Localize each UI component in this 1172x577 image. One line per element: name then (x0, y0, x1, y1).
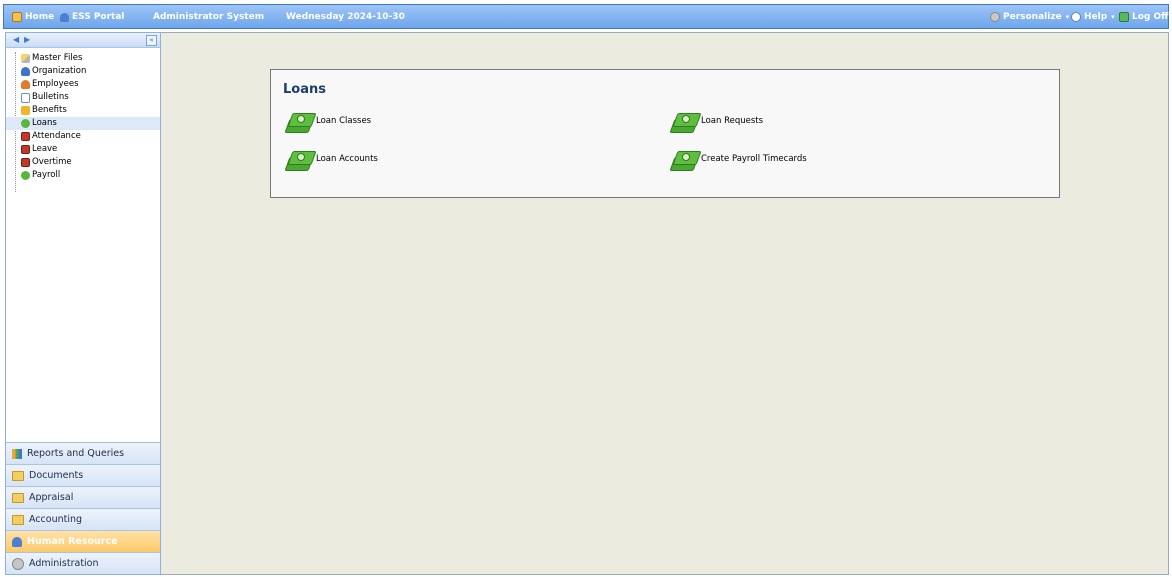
accordion-reports-and-queries[interactable]: Reports and Queries (6, 442, 160, 464)
system-label: Administrator System (153, 12, 265, 22)
help-menu[interactable]: Help ▾ (1071, 12, 1115, 22)
personalize-label: Personalize (1003, 12, 1062, 22)
ess-portal-label: ESS Portal (72, 12, 125, 22)
money-icon (669, 148, 702, 171)
main-content: Loans Loan Classes Loan Requests Loan Ac… (161, 32, 1169, 575)
folder-icon (12, 492, 24, 503)
tree-item-master-files[interactable]: Master Files (6, 52, 160, 65)
gift-icon (21, 106, 30, 115)
collapse-button[interactable]: « (146, 35, 157, 46)
person-icon (21, 80, 30, 89)
calendar-icon (21, 132, 30, 141)
back-arrow-icon[interactable]: ◀ (13, 35, 19, 44)
person-icon (21, 67, 30, 76)
chart-icon (12, 448, 22, 459)
money-icon (284, 110, 317, 133)
forward-arrow-icon[interactable]: ▶ (24, 35, 30, 44)
money-icon (21, 119, 30, 128)
ess-portal-link[interactable]: ESS Portal (60, 12, 125, 22)
home-link[interactable]: Home (12, 12, 54, 22)
help-label: Help (1084, 12, 1108, 22)
tree-item-employees[interactable]: Employees (6, 78, 160, 91)
document-icon (21, 93, 30, 103)
tree-item-bulletins[interactable]: Bulletins (6, 91, 160, 104)
gear-icon (12, 557, 24, 570)
logoff-icon (1119, 12, 1129, 22)
nav-strip: ◀ ▶ « (6, 33, 160, 48)
loan-requests-link[interactable]: Loan Requests (669, 110, 763, 133)
loans-panel: Loans Loan Classes Loan Requests Loan Ac… (270, 69, 1060, 198)
tree-item-overtime[interactable]: Overtime (6, 156, 160, 169)
money-icon (669, 110, 702, 133)
accordion-accounting[interactable]: Accounting (6, 508, 160, 530)
tree-item-organization[interactable]: Organization (6, 65, 160, 78)
folder-icon (12, 470, 24, 481)
pencil-icon (21, 54, 30, 63)
help-icon (1071, 12, 1081, 22)
chevron-down-icon: ▾ (1065, 13, 1070, 21)
calendar-icon (21, 145, 30, 154)
logoff-link[interactable]: Log Off (1119, 12, 1168, 22)
top-bar: Home ESS Portal Administrator System Wed… (3, 4, 1169, 29)
calendar-icon (21, 158, 30, 167)
personalize-menu[interactable]: Personalize ▾ (990, 12, 1069, 22)
accordion-human-resource[interactable]: Human Resource (6, 530, 160, 552)
left-navigation-pane: ◀ ▶ « Master Files Organization Employee… (5, 32, 161, 575)
home-label: Home (25, 12, 55, 22)
tree-item-payroll[interactable]: Payroll (6, 169, 160, 182)
module-tree: Master Files Organization Employees Bull… (6, 52, 160, 182)
page-title: Loans (283, 82, 326, 97)
loan-classes-link[interactable]: Loan Classes (284, 110, 371, 133)
accordion-administration[interactable]: Administration (6, 552, 160, 574)
chevron-down-icon: ▾ (1111, 13, 1115, 21)
accordion-appraisal[interactable]: Appraisal (6, 486, 160, 508)
gear-icon (990, 12, 1000, 22)
tree-item-benefits[interactable]: Benefits (6, 104, 160, 117)
module-accordion: Reports and Queries Documents Appraisal … (6, 442, 160, 574)
tree-item-attendance[interactable]: Attendance (6, 130, 160, 143)
people-icon (60, 12, 69, 22)
people-icon (12, 536, 22, 547)
money-icon (284, 148, 317, 171)
create-payroll-timecards-link[interactable]: Create Payroll Timecards (669, 148, 807, 171)
tree-item-leave[interactable]: Leave (6, 143, 160, 156)
loan-accounts-link[interactable]: Loan Accounts (284, 148, 378, 171)
accordion-documents[interactable]: Documents (6, 464, 160, 486)
tree-item-loans[interactable]: Loans (6, 117, 160, 130)
folder-icon (12, 514, 24, 525)
date-label: Wednesday 2024-10-30 (286, 12, 405, 22)
home-icon (12, 12, 22, 22)
logoff-label: Log Off (1132, 12, 1169, 22)
money-icon (21, 171, 30, 180)
